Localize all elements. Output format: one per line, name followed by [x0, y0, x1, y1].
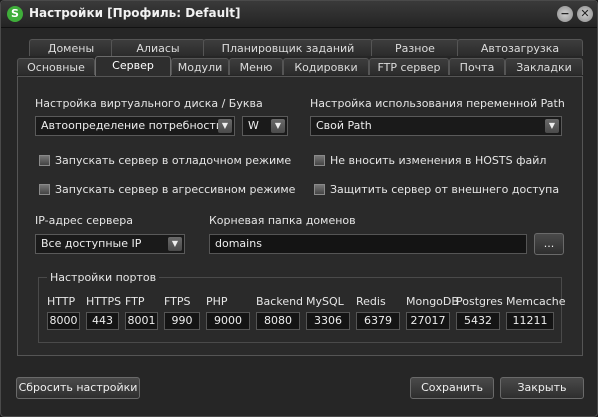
- port-label-ftps: FTPS: [164, 295, 191, 308]
- port-input-ftps[interactable]: 990: [164, 312, 200, 330]
- browse-button[interactable]: ...: [534, 233, 564, 255]
- vdisk-label: Настройка виртуального диска / Буква: [35, 97, 263, 110]
- tab-aliases[interactable]: Алиасы: [111, 39, 205, 56]
- ip-value: Все доступные IP: [41, 237, 142, 250]
- app-logo-icon: S: [7, 6, 23, 22]
- vdisk-mode-value: Автоопределение потребности: [41, 119, 223, 132]
- aggressive-mode-checkbox[interactable]: Запускать сервер в агрессивном режиме: [39, 183, 295, 197]
- tab-server[interactable]: Сервер: [95, 56, 171, 76]
- port-input-memcache[interactable]: 11211: [506, 312, 554, 330]
- path-label: Настройка использования переменной Path: [310, 97, 565, 110]
- port-input-http[interactable]: 8000: [47, 312, 80, 330]
- tab-autostart[interactable]: Автозагрузка: [457, 39, 583, 56]
- no-hosts-checkbox[interactable]: Не вносить изменения в HOSTS файл: [314, 154, 554, 168]
- port-input-redis[interactable]: 6379: [356, 312, 400, 330]
- tab-bookmarks[interactable]: Закладки: [505, 58, 583, 75]
- tab-general[interactable]: Основные: [17, 58, 95, 75]
- vdisk-mode-select[interactable]: Автоопределение потребности ▼: [35, 116, 235, 136]
- ip-select[interactable]: Все доступные IP ▼: [35, 234, 185, 254]
- port-label-mongodb: MongoDB: [406, 295, 459, 308]
- port-input-mysql[interactable]: 3306: [306, 312, 350, 330]
- ports-legend: Настройки портов: [47, 271, 160, 284]
- debug-mode-checkbox[interactable]: Запускать сервер в отладочном режиме: [39, 154, 291, 168]
- minimize-button[interactable]: −: [557, 6, 573, 22]
- chevron-down-icon: ▼: [545, 119, 559, 133]
- chevron-down-icon: ▼: [271, 119, 285, 133]
- port-label-backend: Backend: [256, 295, 304, 308]
- vdisk-letter-select[interactable]: W ▼: [242, 116, 288, 136]
- tab-encodings[interactable]: Кодировки: [283, 58, 369, 75]
- aggressive-mode-label: Запускать сервер в агрессивном режиме: [55, 183, 296, 196]
- port-label-http: HTTP: [47, 295, 76, 308]
- tab-modules[interactable]: Модули: [171, 58, 229, 75]
- port-input-backend[interactable]: 8080: [256, 312, 300, 330]
- chevron-down-icon: ▼: [218, 119, 232, 133]
- window-title: Настройки [Профиль: Default]: [29, 6, 241, 20]
- port-label-ftp: FTP: [125, 295, 145, 308]
- port-label-php: PHP: [206, 295, 228, 308]
- protect-server-label: Защитить сервер от внешнего доступа: [330, 183, 560, 196]
- port-label-postgres: Postgres: [456, 295, 503, 308]
- port-label-redis: Redis: [356, 295, 386, 308]
- no-hosts-label: Не вносить изменения в HOSTS файл: [330, 154, 547, 167]
- port-input-php[interactable]: 9000: [206, 312, 250, 330]
- title-bar: S Настройки [Профиль: Default] − ✕: [1, 1, 597, 28]
- server-settings-panel: Настройка виртуального диска / Буква Авт…: [17, 76, 583, 356]
- tab-ftp-server[interactable]: FTP сервер: [369, 58, 449, 75]
- ports-group: Настройки портов HTTP HTTPS FTP FTPS PHP…: [38, 271, 566, 343]
- save-button[interactable]: Сохранить: [410, 377, 494, 399]
- tab-scheduler[interactable]: Планировщик заданий: [203, 39, 373, 56]
- checkbox-box: [314, 184, 325, 195]
- tab-misc[interactable]: Разное: [371, 39, 459, 56]
- port-input-ftp[interactable]: 8001: [125, 312, 158, 330]
- close-window-button[interactable]: ✕: [577, 6, 593, 22]
- port-input-mongodb[interactable]: 27017: [406, 312, 450, 330]
- path-select[interactable]: Свой Path ▼: [310, 116, 562, 136]
- ip-label: IP-адрес сервера: [35, 214, 134, 227]
- checkbox-box: [39, 184, 50, 195]
- checkbox-box: [39, 155, 50, 166]
- protect-server-checkbox[interactable]: Защитить сервер от внешнего доступа: [314, 183, 559, 197]
- debug-mode-label: Запускать сервер в отладочном режиме: [55, 154, 292, 167]
- tab-mail[interactable]: Почта: [449, 58, 505, 75]
- tab-menu[interactable]: Меню: [229, 58, 283, 75]
- close-button[interactable]: Закрыть: [500, 377, 584, 399]
- port-label-mysql: MySQL: [306, 295, 344, 308]
- reset-settings-button[interactable]: Сбросить настройки: [16, 377, 140, 399]
- domains-folder-label: Корневая папка доменов: [209, 214, 356, 227]
- port-label-memcache: Memcache: [506, 295, 566, 308]
- settings-window: S Настройки [Профиль: Default] − ✕ Домен…: [0, 0, 598, 417]
- tab-domains[interactable]: Домены: [29, 39, 113, 56]
- port-input-postgres[interactable]: 5432: [456, 312, 500, 330]
- checkbox-box: [314, 155, 325, 166]
- chevron-down-icon: ▼: [168, 237, 182, 251]
- vdisk-letter-value: W: [248, 119, 259, 132]
- domains-folder-input[interactable]: domains: [209, 234, 527, 254]
- port-input-https[interactable]: 443: [86, 312, 119, 330]
- path-value: Свой Path: [316, 119, 372, 132]
- port-label-https: HTTPS: [86, 295, 122, 308]
